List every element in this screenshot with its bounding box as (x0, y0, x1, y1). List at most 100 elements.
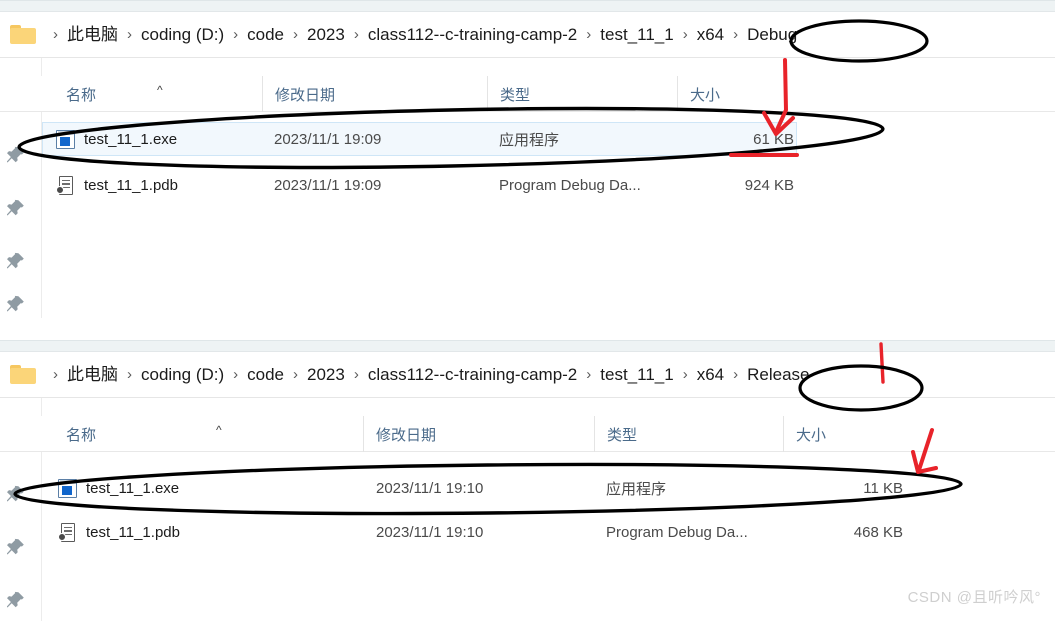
file-type-label: Program Debug Da... (499, 176, 641, 194)
column-header-name-label: 名称 (66, 86, 97, 104)
file-date-cell: 2023/11/1 19:09 (274, 168, 494, 202)
program-debug-database-icon (56, 175, 75, 195)
screenshot-root: › 此电脑 › coding (D:) › code › 2023 › clas… (0, 0, 1055, 621)
explorer-window-release: › 此电脑 › coding (D:) › code › 2023 › clas… (0, 340, 1055, 621)
column-header-size[interactable]: 大小 (677, 76, 797, 112)
table-row[interactable]: test_11_1.exe 2023/11/1 19:09 应用程序 61 KB (0, 122, 1055, 156)
explorer-window-debug: › 此电脑 › coding (D:) › code › 2023 › clas… (0, 0, 1055, 340)
breadcrumb-item-x64[interactable]: x64 (695, 363, 726, 387)
breadcrumb-item-class112[interactable]: class112--c-training-camp-2 (366, 363, 579, 387)
breadcrumb-item-release[interactable]: Release (745, 363, 811, 387)
file-type-cell: 应用程序 (499, 122, 679, 156)
file-name-cell[interactable]: test_11_1.pdb (56, 168, 266, 202)
file-type-label: 应用程序 (606, 480, 667, 498)
file-date-cell: 2023/11/1 19:09 (274, 122, 494, 156)
file-date-cell: 2023/11/1 19:10 (376, 515, 601, 549)
column-header-size[interactable]: 大小 (783, 416, 908, 452)
window-top-strip-debug (0, 0, 1055, 12)
column-header-date[interactable]: 修改日期 (262, 76, 487, 112)
breadcrumb-item-2023[interactable]: 2023 (305, 23, 347, 47)
table-row[interactable]: test_11_1.pdb 2023/11/1 19:10 Program De… (0, 515, 1055, 549)
column-header-type[interactable]: 类型 (487, 76, 677, 112)
chevron-right-icon: › (233, 365, 239, 383)
folder-icon (10, 24, 36, 45)
file-size-cell: 924 KB (679, 168, 794, 202)
file-size-label: 924 KB (744, 176, 794, 194)
breadcrumb-item-x64[interactable]: x64 (695, 23, 726, 47)
breadcrumb-item-class112[interactable]: class112--c-training-camp-2 (366, 23, 579, 47)
column-header-name[interactable]: 名称 (66, 416, 366, 452)
chevron-right-icon: › (53, 365, 58, 383)
file-name-label: test_11_1.pdb (86, 523, 180, 541)
column-header-name[interactable]: 名称 (66, 76, 266, 112)
column-header-type-label: 类型 (607, 426, 638, 444)
file-name-cell[interactable]: test_11_1.exe (58, 471, 318, 505)
column-header-type[interactable]: 类型 (594, 416, 779, 452)
file-name-cell[interactable]: test_11_1.pdb (58, 515, 318, 549)
breadcrumb-item-coding-d[interactable]: coding (D:) (139, 23, 226, 47)
file-name-label: test_11_1.exe (86, 479, 180, 497)
file-name-cell[interactable]: test_11_1.exe (56, 122, 266, 156)
application-exe-icon (56, 129, 75, 149)
window-top-strip-release (0, 340, 1055, 352)
file-type-cell: Program Debug Da... (606, 515, 786, 549)
chevron-right-icon: › (353, 365, 359, 383)
pin-icon[interactable] (7, 252, 25, 272)
pin-icon[interactable] (7, 295, 25, 315)
column-header-row-debug: ^ 名称 修改日期 类型 大小 (0, 76, 1055, 112)
table-row[interactable]: test_11_1.exe 2023/11/1 19:10 应用程序 11 KB (0, 471, 1055, 505)
breadcrumb-item-test-11-1[interactable]: test_11_1 (598, 23, 675, 47)
breadcrumb-item-this-pc[interactable]: 此电脑 (65, 363, 120, 387)
file-type-cell: 应用程序 (606, 471, 786, 505)
file-size-label: 11 KB (863, 479, 903, 497)
breadcrumb-item-this-pc[interactable]: 此电脑 (65, 23, 120, 47)
chevron-right-icon: › (586, 365, 592, 383)
file-date-label: 2023/11/1 19:10 (376, 523, 484, 541)
application-exe-icon (58, 478, 77, 498)
file-size-cell: 61 KB (679, 122, 794, 156)
column-header-date[interactable]: 修改日期 (363, 416, 593, 452)
chevron-right-icon: › (682, 365, 688, 383)
column-header-name-label: 名称 (66, 426, 97, 444)
chevron-right-icon: › (733, 365, 739, 383)
file-size-cell: 468 KB (785, 515, 903, 549)
breadcrumb-item-coding-d[interactable]: coding (D:) (139, 363, 226, 387)
program-debug-database-icon (58, 522, 77, 542)
breadcrumb-bar-debug: › 此电脑 › coding (D:) › code › 2023 › clas… (0, 12, 1055, 58)
chevron-right-icon: › (127, 25, 132, 43)
column-header-size-label: 大小 (690, 86, 721, 104)
column-header-type-label: 类型 (500, 86, 531, 104)
chevron-right-icon: › (127, 365, 132, 383)
chevron-right-icon: › (586, 25, 592, 43)
breadcrumb-item-debug[interactable]: Debug (745, 23, 799, 47)
chevron-right-icon: › (293, 25, 299, 43)
chevron-right-icon: › (353, 25, 359, 43)
breadcrumb-bar-release: › 此电脑 › coding (D:) › code › 2023 › clas… (0, 352, 1055, 398)
chevron-right-icon: › (733, 25, 739, 43)
chevron-right-icon: › (682, 25, 688, 43)
csdn-watermark: CSDN @且听吟风° (907, 589, 1041, 606)
column-header-size-label: 大小 (796, 426, 827, 444)
file-size-cell: 11 KB (785, 471, 903, 505)
folder-icon (10, 364, 36, 385)
column-header-date-label: 修改日期 (376, 426, 437, 444)
breadcrumb-item-code[interactable]: code (245, 23, 286, 47)
file-date-label: 2023/11/1 19:09 (274, 130, 382, 148)
file-name-label: test_11_1.exe (84, 130, 178, 148)
file-type-cell: Program Debug Da... (499, 168, 679, 202)
file-date-label: 2023/11/1 19:10 (376, 479, 484, 497)
pin-icon[interactable] (7, 591, 25, 611)
breadcrumb-item-test-11-1[interactable]: test_11_1 (598, 363, 675, 387)
file-type-label: 应用程序 (499, 131, 560, 149)
column-header-date-label: 修改日期 (275, 86, 336, 104)
file-date-cell: 2023/11/1 19:10 (376, 471, 601, 505)
chevron-right-icon: › (53, 25, 58, 43)
chevron-right-icon: › (233, 25, 239, 43)
column-header-row-release: ^ 名称 修改日期 类型 大小 (0, 416, 1055, 452)
panel-gap (0, 318, 1055, 340)
table-row[interactable]: test_11_1.pdb 2023/11/1 19:09 Program De… (0, 168, 1055, 202)
pin-icon[interactable] (7, 199, 25, 219)
file-size-label: 61 KB (753, 130, 794, 148)
breadcrumb-item-2023[interactable]: 2023 (305, 363, 347, 387)
breadcrumb-item-code[interactable]: code (245, 363, 286, 387)
